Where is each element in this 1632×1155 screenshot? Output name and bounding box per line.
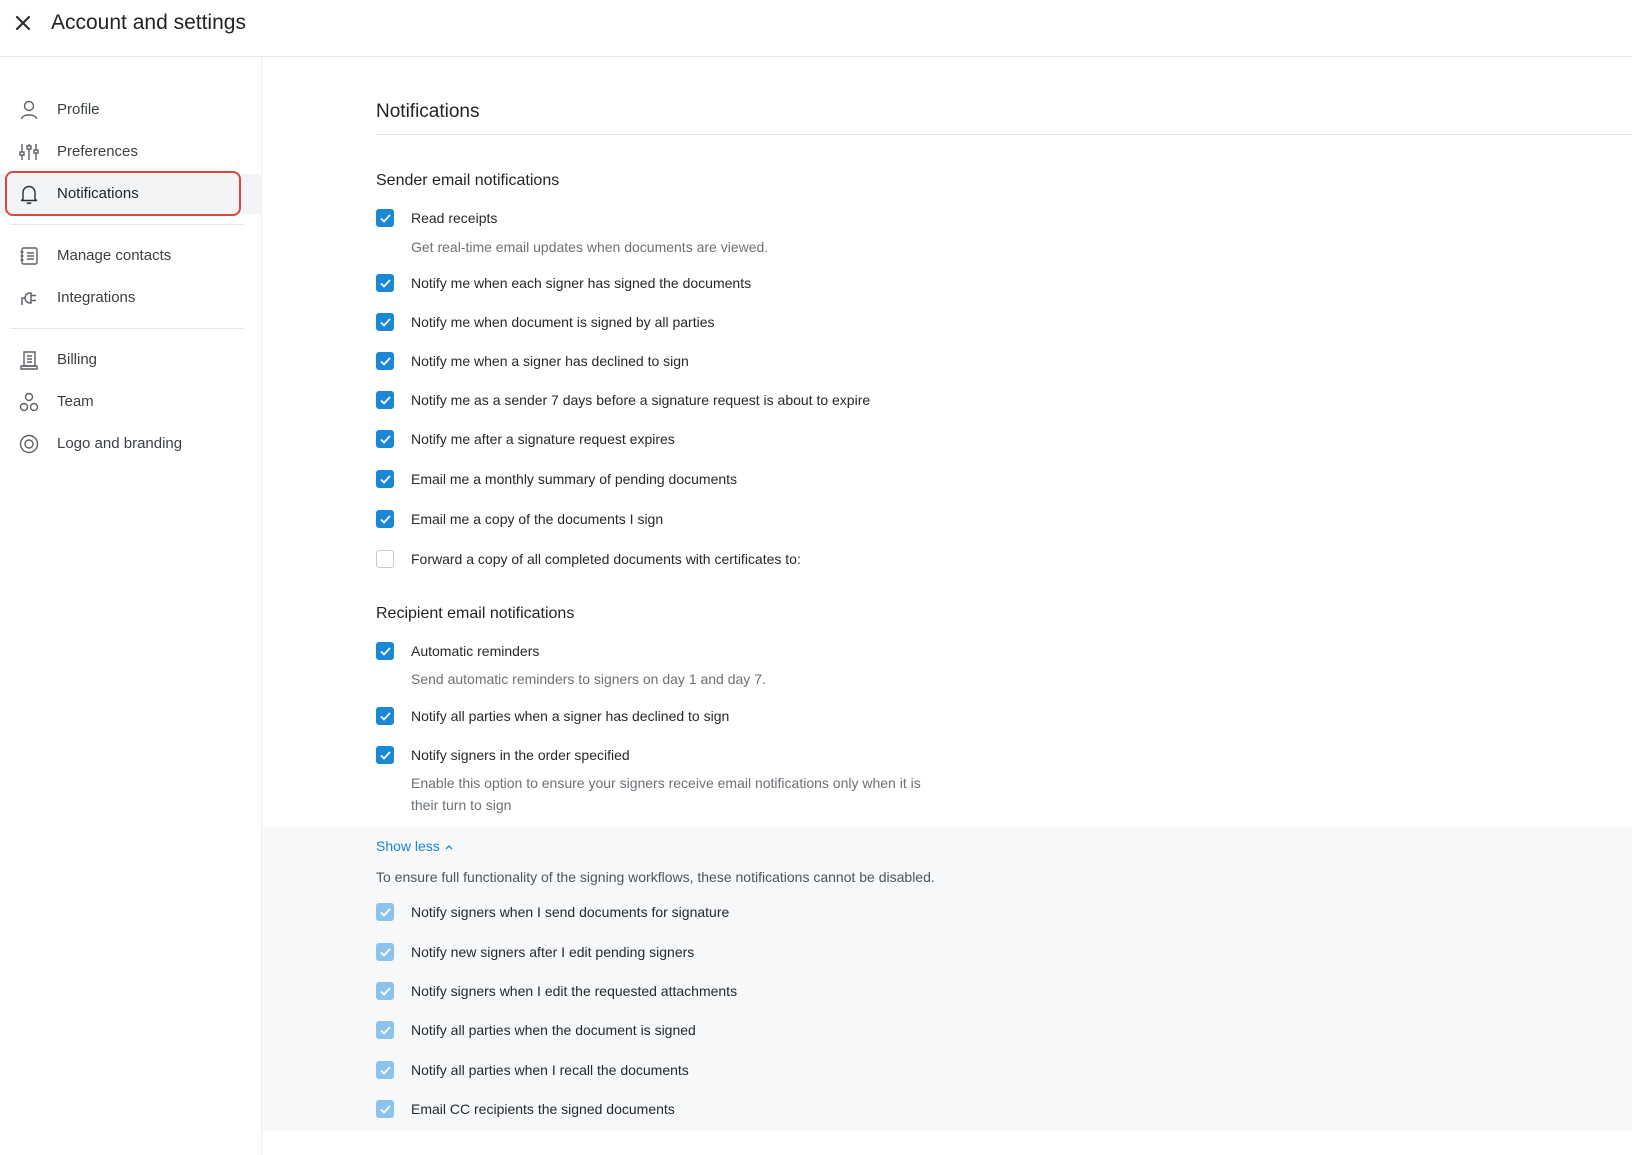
sidebar-item-manage-contacts[interactable]: Manage contacts bbox=[0, 236, 261, 276]
section-heading-sender: Sender email notifications bbox=[376, 172, 560, 189]
option-label: Email me a monthly summary of pending do… bbox=[411, 471, 738, 487]
title-divider bbox=[376, 134, 1632, 135]
checkbox-unchecked[interactable] bbox=[376, 550, 394, 568]
checkbox-disabled bbox=[376, 1021, 394, 1039]
option-label: Notify me when a signer has declined to … bbox=[411, 353, 689, 369]
option-description: Send automatic reminders to signers on d… bbox=[411, 671, 766, 687]
option-label: Notify me as a sender 7 days before a si… bbox=[411, 392, 871, 408]
option-label: Notify me after a signature request expi… bbox=[411, 431, 675, 447]
option-label: Read receipts bbox=[411, 210, 498, 226]
option-label: Notify me when each signer has signed th… bbox=[411, 275, 752, 291]
show-less-label: Show less bbox=[376, 838, 440, 854]
option-label: Forward a copy of all completed document… bbox=[411, 551, 801, 567]
checkbox-checked[interactable] bbox=[376, 642, 394, 660]
option-label: Notify me when document is signed by all… bbox=[411, 314, 715, 330]
option-label: Notify all parties when a signer has dec… bbox=[411, 708, 730, 724]
option-label: Notify all parties when the document is … bbox=[411, 1022, 696, 1038]
checkbox-disabled bbox=[376, 982, 394, 1000]
plug-icon bbox=[18, 287, 40, 309]
checkbox-disabled bbox=[376, 1061, 394, 1079]
receipt-icon bbox=[18, 349, 40, 371]
checkbox-checked[interactable] bbox=[376, 510, 394, 528]
sidebar-item-notifications[interactable]: Notifications bbox=[0, 174, 261, 214]
bell-icon bbox=[18, 183, 40, 205]
option-label: Notify signers when I edit the requested… bbox=[411, 983, 738, 999]
sidebar-item-preferences[interactable]: Preferences bbox=[0, 132, 261, 172]
checkbox-checked[interactable] bbox=[376, 352, 394, 370]
checkbox-disabled bbox=[376, 903, 394, 921]
option-label: Automatic reminders bbox=[411, 643, 540, 659]
team-icon bbox=[18, 391, 40, 413]
sidebar-divider bbox=[11, 224, 244, 225]
sidebar-item-label: Billing bbox=[57, 351, 98, 368]
option-label: Email CC recipients the signed documents bbox=[411, 1101, 675, 1117]
sidebar-item-label: Logo and branding bbox=[57, 435, 183, 452]
user-icon bbox=[18, 99, 40, 121]
sidebar-item-label: Preferences bbox=[57, 143, 138, 160]
checkbox-checked[interactable] bbox=[376, 274, 394, 292]
sidebar-item-label: Integrations bbox=[57, 289, 136, 306]
close-icon[interactable] bbox=[12, 12, 34, 34]
chevron-up-icon bbox=[444, 838, 454, 854]
option-label: Notify signers in the order specified bbox=[411, 747, 630, 763]
checkbox-checked[interactable] bbox=[376, 313, 394, 331]
option-label: Email me a copy of the documents I sign bbox=[411, 511, 664, 527]
branding-icon bbox=[18, 433, 40, 455]
checkbox-checked[interactable] bbox=[376, 430, 394, 448]
option-label: Notify all parties when I recall the doc… bbox=[411, 1062, 689, 1078]
sidebar-item-label: Profile bbox=[57, 101, 100, 118]
option-label: Notify new signers after I edit pending … bbox=[411, 944, 695, 960]
sidebar-item-label: Manage contacts bbox=[57, 247, 172, 264]
checkbox-checked[interactable] bbox=[376, 391, 394, 409]
option-description: Enable this option to ensure your signer… bbox=[411, 775, 921, 791]
option-description: their turn to sign bbox=[411, 797, 512, 813]
top-bar: Account and settings bbox=[0, 0, 1632, 57]
sidebar-item-integrations[interactable]: Integrations bbox=[0, 278, 261, 318]
page-header-title: Account and settings bbox=[51, 11, 246, 34]
option-description: Get real-time email updates when documen… bbox=[411, 239, 769, 255]
checkbox-disabled bbox=[376, 943, 394, 961]
checkbox-checked[interactable] bbox=[376, 209, 394, 227]
contacts-icon bbox=[18, 245, 40, 267]
checkbox-disabled bbox=[376, 1100, 394, 1118]
option-label: Notify signers when I send documents for… bbox=[411, 904, 730, 920]
checkbox-checked[interactable] bbox=[376, 746, 394, 764]
checkbox-checked[interactable] bbox=[376, 470, 394, 488]
sidebar-item-logo-branding[interactable]: Logo and branding bbox=[0, 424, 261, 464]
page-title: Notifications bbox=[376, 101, 480, 122]
show-less-link[interactable]: Show less bbox=[376, 838, 454, 854]
section-heading-recipient: Recipient email notifications bbox=[376, 605, 575, 622]
sidebar: Profile Preferences Notifications Manage… bbox=[0, 57, 262, 1155]
sidebar-item-team[interactable]: Team bbox=[0, 382, 261, 422]
sidebar-item-label: Notifications bbox=[57, 185, 139, 202]
sidebar-divider bbox=[11, 328, 244, 329]
checkbox-checked[interactable] bbox=[376, 707, 394, 725]
locked-note: To ensure full functionality of the sign… bbox=[376, 869, 935, 885]
sidebar-item-billing[interactable]: Billing bbox=[0, 340, 261, 380]
sidebar-item-profile[interactable]: Profile bbox=[0, 90, 261, 130]
sidebar-item-label: Team bbox=[57, 393, 94, 410]
sliders-icon bbox=[18, 141, 40, 163]
